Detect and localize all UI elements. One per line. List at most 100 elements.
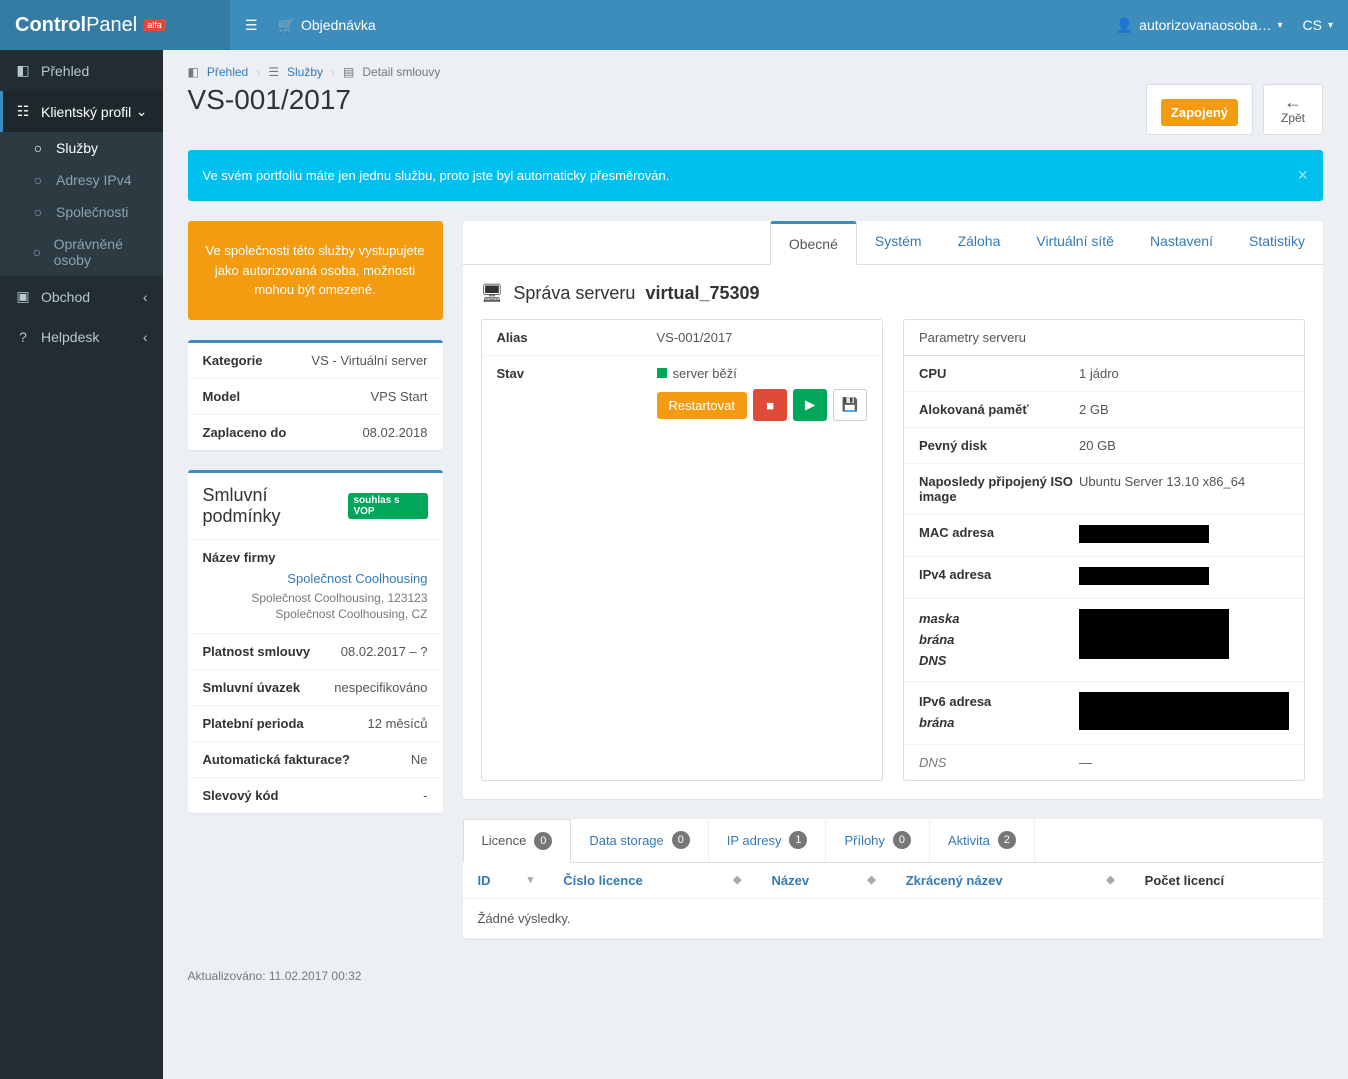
period-label: Platební perioda [203,716,304,731]
bc-sep: › [256,65,260,79]
sidebar-item-profile[interactable]: ☷Klientský profil ⌄ [0,91,163,132]
restart-button[interactable]: Restartovat [657,392,747,419]
alias-label: Alias [497,330,657,345]
ipv4-label: IPv4 adresa [919,567,1079,582]
cpu-label: CPU [919,366,1079,381]
th-short[interactable]: Zkrácený název◆ [891,863,1130,899]
sidebar-sub-services[interactable]: ○Služby [0,132,163,164]
circle-icon: ○ [30,204,46,220]
tab-vnet[interactable]: Virtuální sítě [1018,221,1132,264]
ltab-label: IP adresy [727,833,782,848]
tab-settings[interactable]: Nastavení [1132,221,1231,264]
th-id[interactable]: ID▾ [463,863,549,899]
bc-detail: Detail smlouvy [362,65,440,79]
autoinv-value: Ne [411,752,428,767]
license-table: ID▾ Číslo licence ◆ Název◆ Zkrácený název… [463,863,1323,939]
vop-badge: souhlas s VOP [348,493,427,519]
sub-label: Adresy IPv4 [56,172,131,188]
stop-button[interactable]: ■ [753,389,787,421]
bc-overview[interactable]: Přehled [207,65,248,79]
model-label: Model [203,389,241,404]
sub-label: Společnosti [56,204,128,220]
wallet-icon: ▣ [15,288,31,305]
term-value: nespecifikováno [334,680,427,695]
sidebar-label: Klientský profil [41,104,131,120]
alias-state-box: AliasVS-001/2017 Stav server běží Restar… [481,319,883,781]
ipv6-redacted [1079,692,1289,730]
alert-close[interactable]: × [1297,165,1308,186]
caret-down-icon: ▾ [1277,20,1282,31]
count-badge: 0 [672,831,690,849]
mask-label: maska [919,609,1079,630]
bc-services[interactable]: Služby [287,65,323,79]
sub-label: Služby [56,140,98,156]
paid-value: 08.02.2018 [362,425,427,440]
th-label: Název [771,873,809,888]
user-icon: 👤 [1116,17,1133,34]
th-label: Zkrácený název [906,873,1003,888]
tab-stats[interactable]: Statistiky [1231,221,1323,264]
dns-label: DNS [919,651,1079,672]
arrow-left-icon: ← [1278,93,1308,111]
table-row-empty: Žádné výsledky. [463,898,1323,938]
alias-value: VS-001/2017 [657,330,867,345]
lang-menu[interactable]: CS ▾ [1303,17,1333,33]
ipv6-gw-label: brána [919,713,1079,734]
logo[interactable]: ControlPanel alfa [0,0,230,50]
save-icon: 💾 [842,397,859,413]
chevron-left-icon: ‹ [143,289,148,305]
term-label: Smluvní úvazek [203,680,301,695]
th-name[interactable]: Název◆ [756,863,890,899]
sidebar-toggle[interactable]: ☰ [245,17,258,34]
order-link[interactable]: 🛒 Objednávka [278,17,376,34]
ltab-ip[interactable]: IP adresy1 [709,819,827,862]
sidebar-label: Obchod [41,289,90,305]
sidebar-sub-ipv4[interactable]: ○Adresy IPv4 [0,164,163,196]
sidebar-sub-persons[interactable]: ○Oprávněné osoby [0,228,163,276]
th-num[interactable]: Číslo licence ◆ [548,863,756,899]
disk-value: 20 GB [1079,438,1289,453]
sidebar-item-overview[interactable]: ◧Přehled [0,50,163,91]
contract-title: Smluvní podmínky [203,485,349,527]
back-button[interactable]: ← Zpět [1263,84,1323,135]
server-panel: Obecné Systém Záloha Virtuální sítě Nast… [463,221,1323,799]
save-button[interactable]: 💾 [833,389,867,421]
sort-icon: ◆ [733,873,741,886]
validity-value: 08.02.2017 – ? [341,644,428,659]
brand-badge: alfa [143,19,166,31]
count-badge: 0 [534,832,552,850]
start-button[interactable]: ▶ [793,389,827,421]
discount-label: Slevový kód [203,788,279,803]
iso-value: Ubuntu Server 13.10 x86_64 [1079,474,1289,489]
ltab-attach[interactable]: Přílohy0 [826,819,929,862]
cat-label: Kategorie [203,353,263,368]
tab-backup[interactable]: Záloha [940,221,1019,264]
tab-system[interactable]: Systém [857,221,940,264]
ltab-activity[interactable]: Aktivita2 [930,819,1035,862]
gw-label: brána [919,630,1079,651]
caret-down-icon: ▾ [1328,20,1333,31]
validity-label: Platnost smlouvy [203,644,311,659]
page-title: VS-001/2017 [188,84,351,116]
footer-updated: Aktualizováno: 11.02.2017 00:32 [188,969,1323,983]
bc-sep: › [331,65,335,79]
ltab-licence[interactable]: Licence 0 [463,819,572,863]
ltab-label: Licence [482,833,527,848]
mem-value: 2 GB [1079,402,1289,417]
user-menu[interactable]: 👤 autorizovanaosoba… ▾ [1116,17,1283,34]
sidebar-item-helpdesk[interactable]: ?Helpdesk ‹ [0,317,163,357]
mac-redacted [1079,525,1209,543]
sidebar-item-shop[interactable]: ▣ Obchod ‹ [0,276,163,317]
state-label: Stav [497,366,657,381]
cpu-value: 1 jádro [1079,366,1289,381]
ipv4-redacted [1079,567,1209,585]
sidebar-sub-companies[interactable]: ○ Společnosti [0,196,163,228]
tab-general[interactable]: Obecné [770,221,857,265]
count-badge: 2 [998,831,1016,849]
content: ◧ Přehled › ☰ Služby › ▤ Detail smlouvy … [163,50,1348,1079]
company-link[interactable]: Společnost Coolhousing [203,571,428,586]
state-value: server běží [673,366,737,381]
ltab-storage[interactable]: Data storage0 [571,819,708,862]
th-label: Číslo licence [563,873,642,888]
brand-bold: Control [15,14,86,36]
